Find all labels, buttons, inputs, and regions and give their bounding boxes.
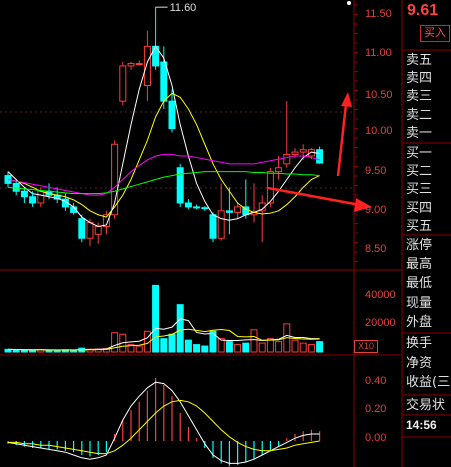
candle	[299, 149, 307, 153]
volume-bar	[168, 333, 176, 353]
volume-bar	[258, 342, 266, 353]
order-4[interactable]: 卖一	[406, 125, 451, 142]
quote-field-3: 现量	[406, 295, 433, 311]
chart-grid	[0, 0, 451, 467]
candle	[193, 206, 201, 209]
volume-bar	[291, 339, 299, 353]
volume-unit-badge: X10	[354, 340, 378, 353]
macd-tick-label: 0.20	[365, 403, 387, 415]
candle	[291, 151, 299, 155]
volume-tick-label: 40000	[365, 289, 396, 301]
price-tick-label: 9.00	[365, 204, 387, 216]
volume-bar	[234, 344, 242, 353]
candle	[234, 206, 242, 213]
current-price: 9.61	[407, 2, 439, 19]
candle	[12, 182, 20, 192]
candle	[176, 167, 184, 204]
red-arrow-up	[336, 103, 348, 177]
volume-bar	[12, 349, 20, 353]
volume-bar	[176, 304, 184, 353]
volume-bar	[242, 342, 250, 353]
volume-bar	[250, 329, 258, 353]
candle	[94, 226, 102, 235]
candle	[160, 61, 168, 102]
order-4[interactable]: 买五	[406, 218, 451, 235]
candlestick-series	[4, 7, 324, 247]
volume-bar	[209, 330, 217, 353]
candle	[119, 65, 127, 102]
price-tick-label: 9.50	[365, 165, 387, 177]
price-tick-label: 11.00	[365, 47, 392, 59]
candle	[78, 218, 86, 239]
order-0[interactable]: 卖五	[406, 52, 451, 69]
candle	[86, 222, 94, 239]
price-tick-label: 8.50	[365, 243, 387, 255]
quote-field-1: 最高	[406, 257, 433, 273]
price-tick-label: 11.50	[365, 8, 392, 20]
order-3[interactable]: 买四	[406, 200, 451, 217]
fund-field-0: 换手	[406, 336, 433, 351]
volume-bar	[29, 349, 37, 353]
volume-bar	[152, 284, 160, 353]
quote-field-2: 最低	[406, 276, 433, 292]
indicator-dot	[347, 1, 351, 5]
candle	[184, 202, 192, 208]
candle	[20, 190, 28, 198]
volume-bar	[160, 338, 168, 353]
volume-bar	[193, 344, 201, 353]
candle	[316, 149, 324, 164]
candle	[275, 167, 283, 173]
buy-button[interactable]: 买入	[420, 25, 450, 42]
price-tick-label: 10.00	[365, 125, 393, 137]
candle	[143, 45, 151, 86]
volume-tick-label: 20000	[365, 317, 396, 329]
macd-indicator	[7, 378, 321, 467]
volume-bars	[4, 284, 324, 353]
annotations: 11.60	[155, 1, 372, 212]
volume-bar	[70, 349, 78, 353]
price-tick-label: 10.50	[365, 89, 393, 101]
trade-detail-0: 交易状	[406, 398, 446, 413]
macd-tick-label: 0.00	[365, 432, 387, 444]
volume-bar	[45, 349, 53, 353]
current-time: 14:56	[406, 418, 437, 432]
volume-bar	[275, 341, 283, 353]
candle	[29, 196, 37, 204]
fund-field-1: 净资	[406, 355, 433, 371]
high-price-label: 11.60	[170, 2, 197, 14]
order-2[interactable]: 买三	[406, 181, 451, 198]
order-0[interactable]: 买一	[406, 145, 451, 162]
fund-field-2: 收益(三	[406, 375, 451, 390]
candle	[225, 210, 233, 213]
volume-bar	[20, 349, 28, 353]
macd-tick-label: 0.40	[365, 375, 387, 387]
volume-bar	[135, 345, 143, 353]
quote-field-4: 外盘	[406, 314, 433, 330]
candle	[135, 63, 143, 66]
candle	[283, 153, 291, 165]
order-1[interactable]: 买二	[406, 163, 451, 180]
volume-bar	[184, 339, 192, 353]
chart-canvas[interactable]: 11.60	[0, 0, 451, 467]
order-1[interactable]: 卖四	[406, 70, 451, 87]
volume-bar	[201, 345, 209, 353]
quote-field-0: 涨停	[406, 238, 433, 253]
volume-bar	[111, 332, 119, 353]
candle	[168, 100, 176, 130]
candle	[209, 214, 217, 239]
candle	[201, 207, 209, 210]
candle	[217, 210, 225, 239]
volume-bar	[307, 344, 315, 353]
volume-bar	[225, 341, 233, 353]
order-2[interactable]: 卖三	[406, 88, 451, 105]
red-arrow-up-head	[341, 92, 352, 107]
red-arrow-right	[267, 186, 361, 207]
volume-bar	[316, 341, 324, 353]
order-3[interactable]: 卖二	[406, 107, 451, 124]
candle	[127, 63, 135, 67]
volume-bar	[299, 342, 307, 353]
candle	[37, 190, 45, 204]
